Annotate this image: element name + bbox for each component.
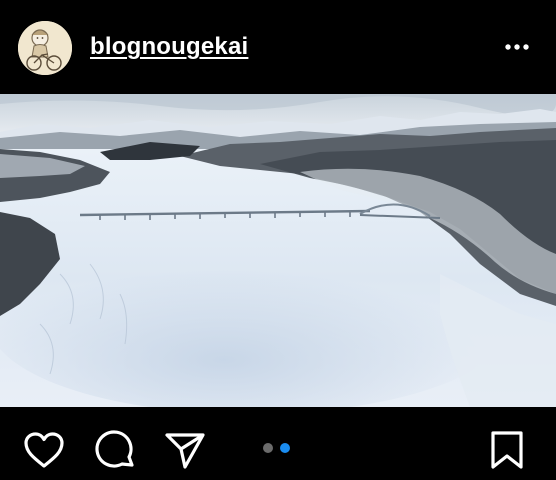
post-header: blognougekai [0,0,556,94]
snowy-landscape-image [0,94,556,407]
paper-plane-icon[interactable] [163,429,207,473]
carousel-dot-active [280,443,290,453]
avatar-illustration [18,21,72,75]
username-link[interactable]: blognougekai [90,33,248,61]
heart-icon[interactable] [22,429,66,473]
post-photo[interactable] [0,94,556,407]
avatar[interactable] [18,21,72,75]
bookmark-icon[interactable] [486,429,530,473]
more-options-icon[interactable] [500,36,534,58]
carousel-dot-inactive [263,443,273,453]
comment-bubble-icon[interactable] [94,429,138,473]
carousel-indicator [263,443,290,455]
instagram-post: blognougekai [0,0,556,480]
